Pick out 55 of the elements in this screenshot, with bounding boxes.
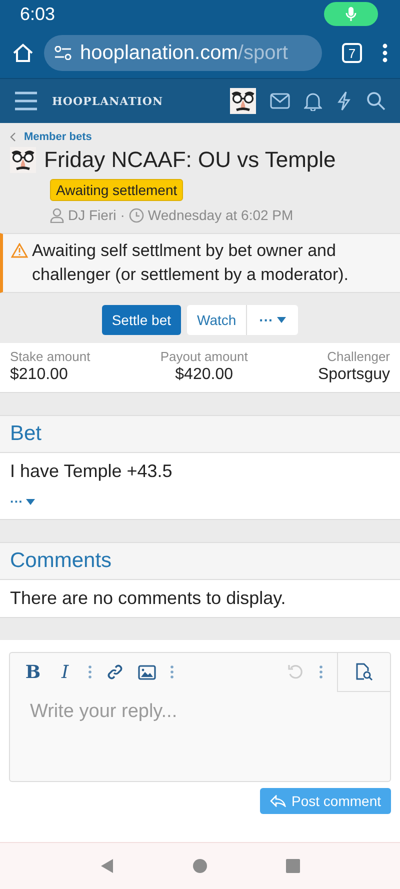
post-time: Wednesday at 6:02 PM <box>148 207 294 223</box>
stat-label: Stake amount <box>10 349 90 364</box>
italic-button[interactable]: I <box>56 662 74 682</box>
address-bar[interactable]: hooplanation.com/sport <box>44 35 322 71</box>
bell-icon[interactable] <box>304 91 322 111</box>
mail-icon[interactable] <box>270 93 290 109</box>
lightning-icon[interactable] <box>336 91 352 111</box>
stat-label: Challenger <box>327 349 390 364</box>
user-icon <box>50 208 64 222</box>
search-icon[interactable] <box>366 91 386 111</box>
menu-icon[interactable] <box>14 91 38 111</box>
avatar-icon <box>230 88 256 114</box>
more-menu-button[interactable]: ··· <box>10 494 35 509</box>
warning-icon <box>11 243 28 258</box>
post-comment-button[interactable]: Post comment <box>260 788 391 814</box>
stat-label: Payout amount <box>160 349 248 364</box>
back-icon[interactable] <box>100 858 114 874</box>
back-chevron-icon[interactable] <box>10 132 16 142</box>
bet-title: Friday NCAAF: OU vs Temple <box>44 147 336 173</box>
empty-message: There are no comments to display. <box>10 588 287 609</box>
author-link[interactable]: DJ Fieri <box>68 207 116 223</box>
caret-icon <box>277 317 286 323</box>
watch-button[interactable]: Watch <box>187 305 248 335</box>
meta-separator: · <box>120 207 125 223</box>
more-icon[interactable] <box>382 43 388 63</box>
reply-icon <box>270 795 286 807</box>
preview-icon[interactable] <box>355 662 373 680</box>
section-heading: Bet <box>0 415 400 453</box>
more-menu-button[interactable]: ··· <box>247 305 298 335</box>
image-icon[interactable] <box>138 664 156 680</box>
stat-value: Sportsguy <box>318 366 390 384</box>
url-text: hooplanation.com/sport <box>80 42 288 64</box>
site-logo[interactable]: HOOPLANATION <box>52 94 216 108</box>
clock-time: 6:03 <box>20 4 56 24</box>
stat-value: $420.00 <box>175 366 233 384</box>
notice-text: Awaiting self settlment by bet owner and challenger (or settlement by a moderator). <box>32 240 350 286</box>
home-icon[interactable] <box>12 42 34 64</box>
stat-value: $210.00 <box>10 366 68 384</box>
status-badge: Awaiting settlement <box>50 179 184 201</box>
clock-icon <box>128 208 144 222</box>
reply-editor[interactable]: B I Write your reply... <box>9 652 391 782</box>
author-avatar-icon <box>10 147 36 173</box>
recents-icon[interactable] <box>286 859 300 873</box>
microphone-indicator <box>324 2 378 26</box>
settle-button[interactable]: Settle bet <box>102 305 181 335</box>
bold-button[interactable]: B <box>24 662 42 682</box>
home-icon[interactable] <box>192 859 207 873</box>
site-settings-icon[interactable] <box>54 46 72 60</box>
section-heading: Comments <box>0 542 400 580</box>
preview-button[interactable] <box>337 652 390 692</box>
link-icon[interactable] <box>106 663 124 681</box>
caret-icon <box>26 498 35 504</box>
tab-count-button[interactable]: 7 <box>342 43 362 63</box>
breadcrumb-link[interactable]: Member bets <box>24 131 92 143</box>
bet-text: I have Temple +43.5 <box>10 461 174 482</box>
